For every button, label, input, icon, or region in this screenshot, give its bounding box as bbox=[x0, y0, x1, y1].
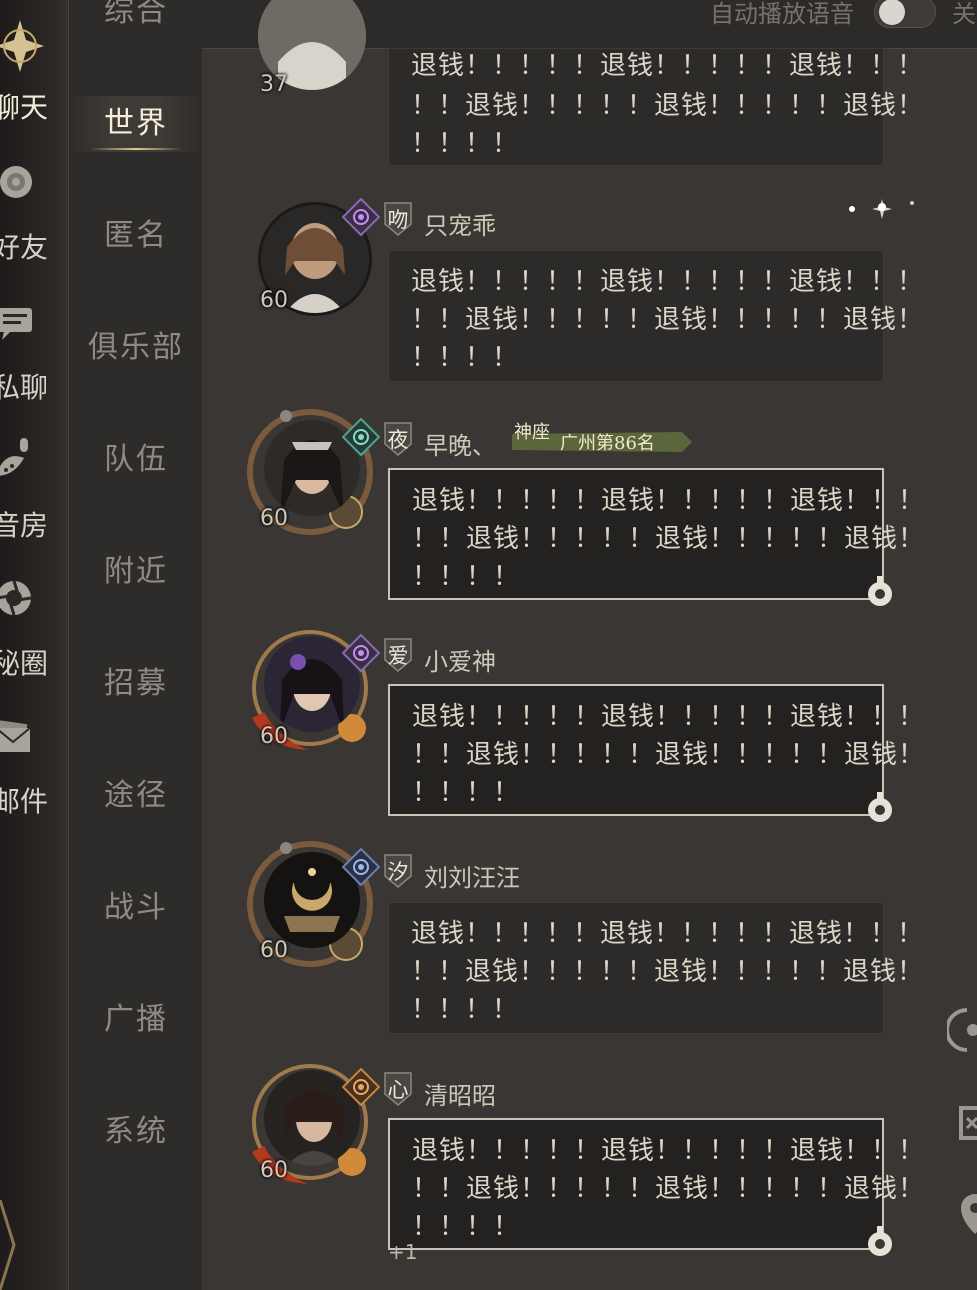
microphone-icon bbox=[0, 438, 28, 476]
channel-team[interactable]: 队伍 bbox=[70, 432, 202, 488]
channel-battle[interactable]: 战斗 bbox=[70, 880, 202, 936]
green-eye-icon bbox=[342, 418, 380, 456]
reaction-count[interactable]: +1 bbox=[388, 1240, 417, 1264]
nav-bottom-ornament-icon bbox=[0, 1200, 16, 1290]
aperture-icon bbox=[0, 580, 32, 616]
level-number: 60 bbox=[260, 1158, 288, 1183]
channel-recruit[interactable]: 招募 bbox=[70, 656, 202, 712]
channel-list: 综合 世界 匿名 俱乐部 队伍 附近 招募 途径 战斗 广播 系统 bbox=[70, 0, 202, 1290]
location-pin-icon[interactable] bbox=[947, 1190, 977, 1240]
channel-general[interactable]: 综合 bbox=[70, 0, 202, 40]
blue-eye-icon bbox=[342, 848, 380, 886]
chat-bubble-icon bbox=[0, 308, 32, 340]
title-text: 广州第86名 bbox=[560, 433, 655, 454]
badge-char: 吻 bbox=[387, 208, 409, 232]
level-number: 37 bbox=[260, 72, 288, 97]
bottle-icon[interactable] bbox=[862, 790, 898, 826]
level-number: 60 bbox=[260, 288, 288, 313]
username[interactable]: 刘刘汪汪 bbox=[424, 858, 520, 893]
message-bubble[interactable]: 退钱！！！！！退钱！！！！！退钱！！！ ！！退钱！！！！！退钱！！！！！退钱！ … bbox=[388, 1118, 924, 1250]
purple-eye-icon bbox=[342, 198, 380, 236]
exit-icon[interactable] bbox=[947, 1098, 977, 1148]
title-tag: 神座 广州第86名 bbox=[512, 422, 692, 456]
badge-char: 汐 bbox=[387, 860, 409, 884]
nav-ornament-icon bbox=[0, 20, 44, 72]
bottle-icon[interactable] bbox=[862, 574, 898, 610]
level-number: 60 bbox=[260, 724, 288, 749]
username[interactable]: 清昭昭 bbox=[424, 1076, 496, 1111]
channel-nearby[interactable]: 附近 bbox=[70, 544, 202, 600]
username[interactable]: 只宠乖 bbox=[424, 206, 496, 241]
message-bubble[interactable]: 退钱！！！！！退钱！！！！！退钱！！！ ！！退钱！！！！！退钱！！！！！退钱！ … bbox=[388, 684, 924, 816]
channel-anonymous[interactable]: 匿名 bbox=[70, 208, 202, 264]
sparkle-decoration-icon bbox=[849, 199, 914, 219]
title-small: 神座 bbox=[514, 422, 550, 443]
level-number: 60 bbox=[260, 938, 288, 963]
mail-icon bbox=[0, 720, 31, 752]
top-right-label: 关 bbox=[952, 0, 976, 28]
badge-char: 心 bbox=[387, 1078, 409, 1102]
autoplay-voice-label: 自动播放语音 bbox=[710, 0, 854, 28]
channel-club[interactable]: 俱乐部 bbox=[70, 320, 202, 376]
channel-pathway[interactable]: 途径 bbox=[70, 768, 202, 824]
channel-system[interactable]: 系统 bbox=[70, 1104, 202, 1160]
username[interactable]: 早晚、 bbox=[424, 426, 496, 461]
badge-char: 爱 bbox=[387, 644, 409, 668]
left-nav-strip: 聊天 好友 私聊 音房 秘圈 bbox=[0, 0, 69, 1290]
message-bubble[interactable]: 退钱！！！！！退钱！！！！！退钱！！！ ！！退钱！！！！！退钱！！！！！退钱！ … bbox=[388, 250, 923, 382]
bottle-icon[interactable] bbox=[862, 1224, 898, 1260]
badge-char: 夜 bbox=[387, 428, 409, 452]
channel-world[interactable]: 世界 bbox=[70, 96, 202, 152]
message-bubble[interactable]: 退钱！！！！！退钱！！！！！退钱！！！ ！！退钱！！！！！退钱！！！！！退钱！ … bbox=[388, 48, 923, 166]
username[interactable]: 小爱神 bbox=[424, 642, 496, 677]
level-number: 60 bbox=[260, 506, 288, 531]
message-bubble[interactable]: 退钱！！！！！退钱！！！！！退钱！！！ ！！退钱！！！！！退钱！！！！！退钱！ … bbox=[388, 468, 924, 600]
rose-icon bbox=[0, 166, 32, 198]
purple-eye-icon bbox=[342, 634, 380, 672]
toggle-knob bbox=[879, 0, 905, 25]
autoplay-voice-toggle[interactable] bbox=[874, 0, 936, 28]
chat-panel: 自动播放语音 关 37 退钱！！！！！退钱！！！！！退钱！！！ ！！退钱！！！！… bbox=[202, 0, 977, 1290]
voice-signal-icon[interactable] bbox=[947, 1005, 977, 1055]
message-bubble[interactable]: 退钱！！！！！退钱！！！！！退钱！！！ ！！退钱！！！！！退钱！！！！！退钱！ … bbox=[388, 902, 923, 1034]
orange-eye-icon bbox=[342, 1068, 380, 1106]
channel-broadcast[interactable]: 广播 bbox=[70, 992, 202, 1048]
